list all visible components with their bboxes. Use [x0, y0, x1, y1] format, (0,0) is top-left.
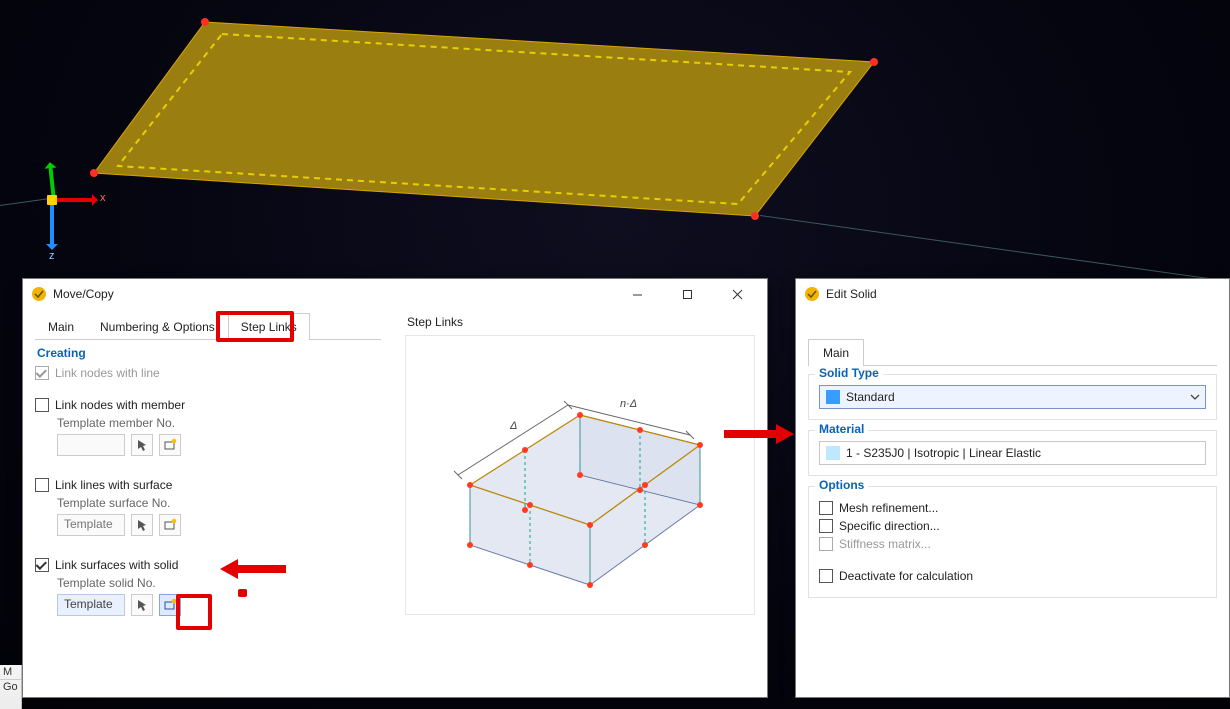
checkbox-mesh-refinement[interactable] — [819, 501, 833, 515]
groupbox-material: Material 1 - S235J0 | Isotropic | Linear… — [808, 430, 1217, 476]
checkbox-deactivate-calc[interactable] — [819, 569, 833, 583]
label-template-surface-no: Template surface No. — [57, 496, 381, 510]
pointer-icon — [135, 438, 149, 452]
app-icon — [31, 286, 47, 302]
tabs-movecopy: Main Numbering & Options Step Links — [35, 313, 381, 340]
input-template-surface[interactable]: Template — [57, 514, 125, 536]
app-icon — [804, 286, 820, 302]
label-link-nodes-member: Link nodes with member — [55, 398, 185, 412]
window-maximize-button[interactable] — [665, 279, 709, 309]
right-pane: Step Links — [393, 309, 767, 697]
tab-main[interactable]: Main — [808, 339, 864, 366]
window-close-button[interactable] — [715, 279, 759, 309]
checkbox-stiffness-matrix — [819, 537, 833, 551]
tab-main[interactable]: Main — [35, 313, 87, 340]
svg-text:n·Δ: n·Δ — [620, 398, 637, 410]
window-minimize-button[interactable] — [615, 279, 659, 309]
axis-z — [50, 204, 54, 248]
label-template-member-no: Template member No. — [57, 416, 381, 430]
axis-origin — [47, 195, 57, 205]
preview-illustration: Δ n·Δ — [430, 355, 730, 595]
groupbox-options: Options Mesh refinement... Specific dire… — [808, 486, 1217, 598]
pick-surface-button[interactable] — [131, 514, 153, 536]
input-template-solid[interactable]: Template — [57, 594, 125, 616]
groupbox-solid-type: Solid Type Standard — [808, 374, 1217, 420]
axis-z-label: z — [49, 250, 55, 262]
tabs-editsolid: Main — [808, 339, 1217, 366]
new-window-icon — [163, 518, 177, 532]
combo-solid-type[interactable]: Standard — [819, 385, 1206, 409]
titlebar[interactable]: Move/Copy — [23, 279, 767, 309]
dialog-title: Edit Solid — [826, 287, 1221, 301]
crop-line1: M — [0, 665, 21, 680]
group-title-solid-type: Solid Type — [815, 366, 883, 380]
label-link-surfaces-solid: Link surfaces with solid — [55, 558, 178, 572]
step-links-preview: Δ n·Δ — [405, 335, 755, 615]
label-deactivate-calc: Deactivate for calculation — [839, 569, 973, 583]
pick-member-button[interactable] — [131, 434, 153, 456]
color-swatch-icon — [826, 390, 840, 404]
tab-numbering-options[interactable]: Numbering & Options — [87, 313, 228, 340]
pointer-icon — [135, 598, 149, 612]
new-surface-button[interactable] — [159, 514, 181, 536]
chevron-down-icon — [1185, 392, 1205, 402]
tab-step-links[interactable]: Step Links — [228, 313, 310, 340]
left-pane: Main Numbering & Options Step Links Crea… — [23, 309, 393, 697]
input-template-member[interactable] — [57, 434, 125, 456]
new-solid-button[interactable] — [159, 594, 181, 616]
checkbox-link-lines-surface[interactable] — [35, 478, 49, 492]
group-title-material: Material — [815, 422, 868, 436]
surface-plate — [90, 16, 900, 226]
combo-material[interactable]: 1 - S235J0 | Isotropic | Linear Elastic — [819, 441, 1206, 465]
dialog-title: Move/Copy — [53, 287, 609, 301]
titlebar[interactable]: Edit Solid — [796, 279, 1229, 309]
new-member-button[interactable] — [159, 434, 181, 456]
crop-line2: Go — [0, 680, 21, 694]
cropped-panel: M Go — [0, 665, 22, 709]
pick-solid-button[interactable] — [131, 594, 153, 616]
new-window-icon — [163, 598, 177, 612]
checkbox-specific-direction[interactable] — [819, 519, 833, 533]
axis-x-label: x — [100, 192, 106, 204]
color-swatch-icon — [826, 446, 840, 460]
combo-material-value: 1 - S235J0 | Isotropic | Linear Elastic — [846, 446, 1205, 460]
dialog-move-copy: Move/Copy Main Numbering & Options Step … — [22, 278, 768, 698]
axis-x — [56, 198, 96, 202]
label-stiffness-matrix: Stiffness matrix... — [839, 537, 931, 551]
section-title-creating: Creating — [37, 346, 381, 360]
label-link-nodes-line: Link nodes with line — [55, 366, 160, 380]
checkbox-link-nodes-member[interactable] — [35, 398, 49, 412]
combo-solid-type-value: Standard — [846, 390, 1185, 404]
pointer-icon — [135, 518, 149, 532]
dialog-edit-solid: Edit Solid Main Solid Type Standard Mate… — [795, 278, 1230, 698]
svg-text:Δ: Δ — [509, 420, 517, 432]
new-window-icon — [163, 438, 177, 452]
checkbox-link-surfaces-solid[interactable] — [35, 558, 49, 572]
group-title-options: Options — [815, 478, 868, 492]
checkbox-link-nodes-line — [35, 366, 49, 380]
label-template-solid-no: Template solid No. — [57, 576, 381, 590]
label-mesh-refinement: Mesh refinement... — [839, 501, 938, 515]
preview-title: Step Links — [407, 315, 755, 329]
label-link-lines-surface: Link lines with surface — [55, 478, 172, 492]
label-specific-direction: Specific direction... — [839, 519, 940, 533]
